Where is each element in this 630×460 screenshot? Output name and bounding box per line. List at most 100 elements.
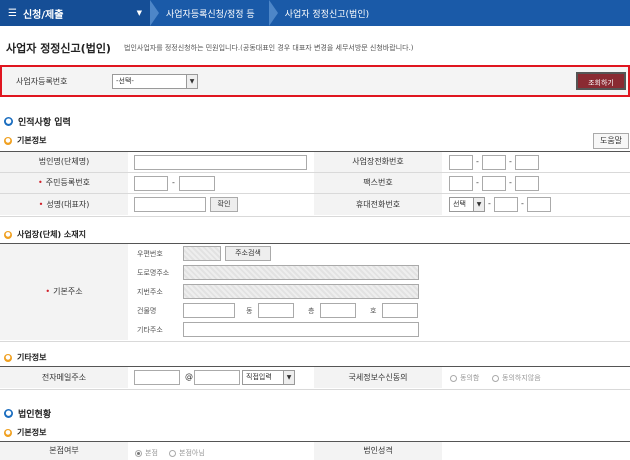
- road-address-label: 도로명주소: [137, 269, 170, 277]
- mobile-phone-label: 휴대전화번호: [314, 194, 442, 215]
- dash: -: [509, 157, 512, 166]
- subheading-address: ● 사업장(단체) 소재지: [4, 229, 86, 240]
- dong-input[interactable]: [258, 303, 294, 318]
- hamburger-icon: ☰: [8, 7, 17, 19]
- radio-circle: [169, 449, 176, 457]
- row-divider: [0, 216, 630, 217]
- radio-label: 동의함: [460, 374, 480, 382]
- ho-label: 호: [370, 307, 377, 315]
- fax-input-2[interactable]: [482, 176, 506, 191]
- biz-phone-label: 사업장전화번호: [314, 152, 442, 172]
- select-value: 선택: [453, 200, 466, 208]
- subheading-title: 기타정보: [17, 353, 47, 362]
- bullet-icon: ●: [4, 409, 13, 418]
- subheading-basic-info: ● 기본정보: [4, 135, 46, 146]
- corp-name-label: 법인명(단체명): [0, 152, 128, 172]
- consent-disagree-radio[interactable]: 동의하지않음: [492, 373, 541, 383]
- chevron-down-icon: ▼: [186, 75, 197, 88]
- other-address-label: 기타주소: [137, 326, 163, 334]
- mobile-input-3[interactable]: [527, 197, 551, 212]
- resident-number-label: • 주민등록번호: [0, 173, 128, 193]
- bullet-icon: ●: [4, 230, 12, 239]
- email-id-input[interactable]: [134, 370, 180, 385]
- breadcrumb-item-2[interactable]: 사업자 정정신고(법인): [268, 0, 383, 26]
- non-hq-radio[interactable]: 본점아님: [169, 448, 205, 458]
- main-menu-button[interactable]: ☰ 신청/제출 ▼: [0, 0, 150, 26]
- building-name-label: 건물명: [137, 307, 157, 315]
- floor-input[interactable]: [320, 303, 356, 318]
- section-heading-corp: ● 법인현황: [4, 407, 51, 420]
- label-text: 기본주소: [53, 287, 83, 296]
- resident-number-input-1[interactable]: [134, 176, 168, 191]
- breadcrumb-label: 사업자등록신청/정정 등: [166, 9, 255, 20]
- fax-input-1[interactable]: [449, 176, 473, 191]
- row-divider: [0, 341, 630, 342]
- required-mark: •: [38, 178, 43, 187]
- label-text: 성명(대표자): [46, 200, 90, 209]
- other-address-input[interactable]: [183, 322, 419, 337]
- section-title: 법인현황: [18, 410, 52, 420]
- at-sign: @: [185, 372, 193, 381]
- breadcrumb-separator: [150, 0, 160, 26]
- consent-label: 국세정보수신동의: [314, 367, 442, 388]
- business-number-label: 사업자등록번호: [16, 77, 68, 86]
- dong-label: 동: [246, 307, 253, 315]
- bullet-icon: ●: [4, 117, 13, 126]
- resident-number-input-2[interactable]: [179, 176, 215, 191]
- chevron-down-icon: ▼: [136, 9, 142, 17]
- email-label: 전자메일주소: [0, 367, 128, 388]
- fax-input-3[interactable]: [515, 176, 539, 191]
- biz-phone-input-2[interactable]: [482, 155, 506, 170]
- radio-label: 본점아님: [179, 449, 205, 457]
- email-domain-input[interactable]: [194, 370, 240, 385]
- biz-phone-input-3[interactable]: [515, 155, 539, 170]
- subheading-corp-basic: ● 기본정보: [4, 427, 46, 438]
- representative-name-label: • 성명(대표자): [0, 194, 128, 215]
- business-number-select[interactable]: -선택- ▼: [112, 74, 198, 89]
- dash: -: [476, 178, 479, 187]
- confirm-button[interactable]: 확인: [210, 197, 238, 212]
- breadcrumb-separator: [268, 0, 279, 26]
- business-number-search-box: 사업자등록번호 -선택- ▼ 조회하기: [0, 65, 630, 97]
- required-mark: •: [45, 287, 51, 296]
- mobile-prefix-select[interactable]: 선택 ▼: [449, 197, 485, 212]
- postal-code-input: [183, 246, 221, 261]
- row-divider: [0, 389, 630, 390]
- bullet-icon: ●: [4, 136, 12, 145]
- breadcrumb-item-1[interactable]: 사업자등록신청/정정 등: [150, 0, 269, 26]
- hq-status-label: 본점여부: [0, 442, 128, 460]
- page-title: 사업자 정정신고(법인): [6, 42, 111, 55]
- email-domain-select[interactable]: 직접입력 ▼: [242, 370, 295, 385]
- inquiry-button[interactable]: 조회하기: [576, 72, 626, 90]
- building-name-input[interactable]: [183, 303, 235, 318]
- corp-name-input[interactable]: [134, 155, 307, 170]
- radio-circle: [135, 449, 142, 457]
- main-menu-label: 신청/제출: [22, 9, 64, 21]
- biz-phone-input-1[interactable]: [449, 155, 473, 170]
- dash: -: [476, 157, 479, 166]
- hq-radio[interactable]: 본점: [135, 448, 158, 458]
- dash: -: [521, 199, 524, 208]
- radio-label: 동의하지않음: [502, 374, 541, 382]
- subheading-other-info: ● 기타정보: [4, 352, 46, 363]
- floor-label: 층: [308, 307, 315, 315]
- breadcrumb-label: 사업자 정정신고(법인): [284, 9, 370, 20]
- address-search-button[interactable]: 주소검색: [225, 246, 271, 261]
- required-mark: •: [38, 200, 44, 209]
- representative-name-input[interactable]: [134, 197, 206, 212]
- mobile-input-2[interactable]: [494, 197, 518, 212]
- radio-circle: [492, 374, 499, 382]
- basic-address-label: • 기본주소: [0, 244, 128, 340]
- section-title: 인적사항 입력: [18, 118, 71, 128]
- bullet-icon: ●: [4, 428, 12, 437]
- subheading-title: 사업장(단체) 소재지: [17, 230, 86, 239]
- help-button[interactable]: 도움말: [593, 133, 629, 149]
- radio-circle: [450, 374, 457, 382]
- select-value: 직접입력: [246, 373, 272, 381]
- consent-agree-radio[interactable]: 동의함: [450, 373, 479, 383]
- lot-address-label: 지번주소: [137, 288, 163, 296]
- postal-code-label: 우편번호: [137, 250, 163, 258]
- page-description: 법인사업자를 정정신청하는 민원입니다.(공동대표인 경우 대표자 변경을 세무…: [124, 44, 414, 52]
- bullet-icon: ●: [4, 353, 12, 362]
- ho-input[interactable]: [382, 303, 418, 318]
